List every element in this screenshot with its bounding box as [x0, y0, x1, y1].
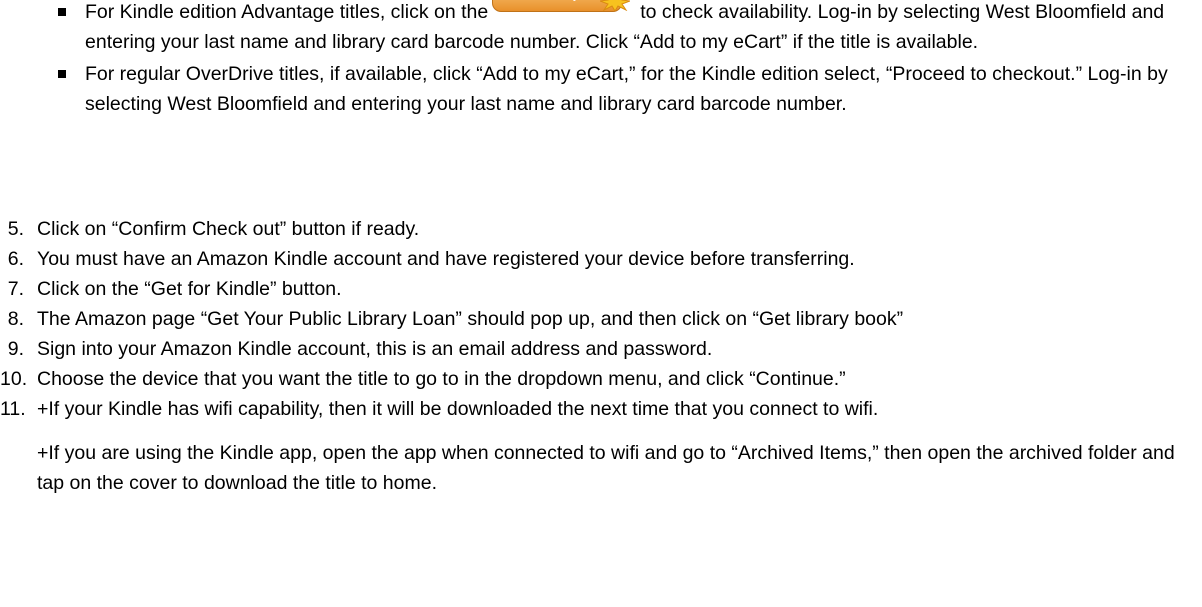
- list-item-text: +If your Kindle has wifi capability, the…: [37, 398, 879, 420]
- square-bullet-icon: [58, 70, 66, 78]
- list-number: 8.: [7, 308, 24, 330]
- list-number: 9.: [7, 338, 24, 360]
- document-page: For Kindle edition Advantage titles, cli…: [0, 0, 1202, 607]
- bullet-list: For Kindle edition Advantage titles, cli…: [0, 0, 1202, 119]
- list-item-text: You must have an Amazon Kindle account a…: [37, 248, 855, 270]
- list-item-text: Choose the device that you want the titl…: [37, 368, 846, 390]
- list-number: 5.: [7, 218, 24, 240]
- starburst-icon: [600, 0, 631, 11]
- bullet-text: For regular OverDrive titles, if availab…: [85, 63, 1168, 115]
- list-item-text: Click on the “Get for Kindle” button.: [37, 278, 342, 300]
- list-item: 10. Choose the device that you want the …: [0, 364, 1202, 394]
- list-number: 6.: [7, 248, 24, 270]
- button-label: availability: [520, 0, 580, 3]
- list-item: 11. +If your Kindle has wifi capability,…: [0, 394, 1202, 498]
- bullet-item-kindle-advantage: For Kindle edition Advantage titles, cli…: [0, 0, 1202, 57]
- list-item: 5. Click on “Confirm Check out” button i…: [0, 214, 1202, 244]
- list-item: 7. Click on the “Get for Kindle” button.: [0, 274, 1202, 304]
- check-availability-button[interactable]: availability: [492, 0, 634, 12]
- bullet-item-overdrive: For regular OverDrive titles, if availab…: [0, 59, 1202, 119]
- list-item-text: Click on “Confirm Check out” button if r…: [37, 218, 420, 240]
- list-number: 11.: [0, 398, 26, 420]
- list-item-text-2: +If you are using the Kindle app, open t…: [37, 442, 1175, 494]
- numbered-steps-list: 5. Click on “Confirm Check out” button i…: [0, 214, 1202, 498]
- list-item-text: The Amazon page “Get Your Public Library…: [37, 308, 904, 330]
- list-item-text: Sign into your Amazon Kindle account, th…: [37, 338, 713, 360]
- list-item: 6. You must have an Amazon Kindle accoun…: [0, 244, 1202, 274]
- list-number: 10.: [0, 368, 28, 390]
- square-bullet-icon: [58, 8, 66, 16]
- bullet-text-before: For Kindle edition Advantage titles, cli…: [85, 1, 489, 23]
- list-item: 8. The Amazon page “Get Your Public Libr…: [0, 304, 1202, 334]
- list-item: 9. Sign into your Amazon Kindle account,…: [0, 334, 1202, 364]
- list-number: 7.: [7, 278, 24, 300]
